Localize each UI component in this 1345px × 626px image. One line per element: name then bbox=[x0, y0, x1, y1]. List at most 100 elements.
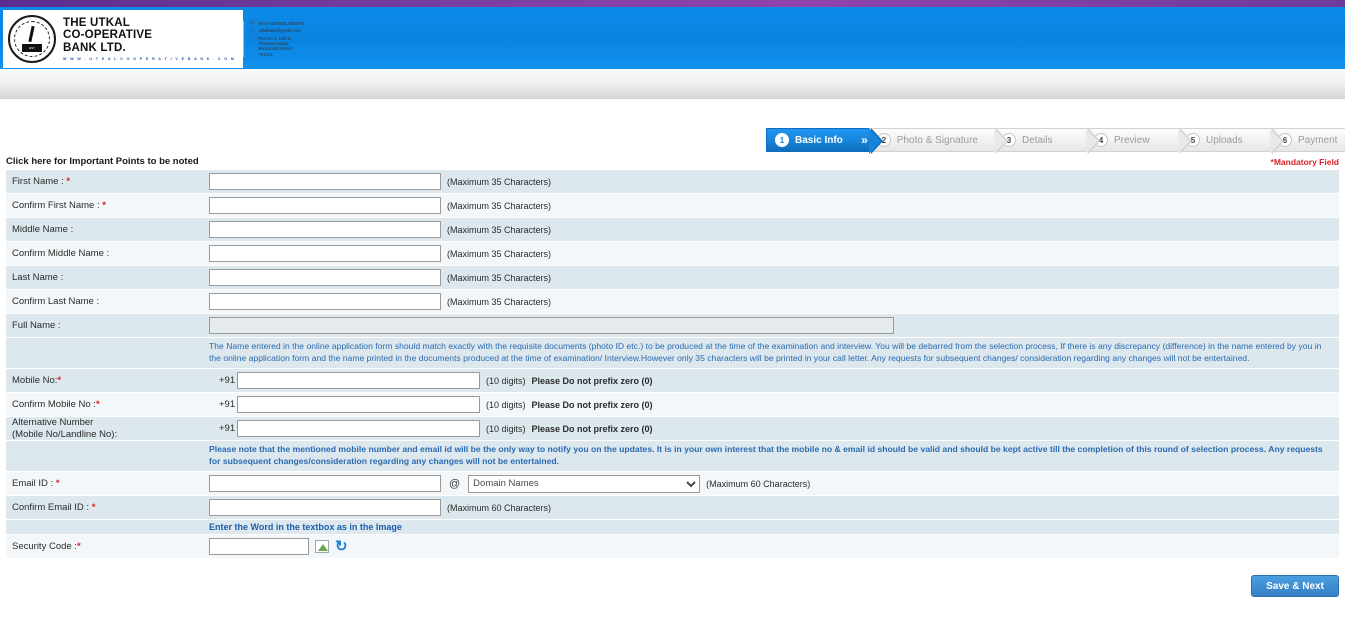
alt-country-code: +91 bbox=[219, 423, 236, 434]
confirm-mobile-no-input[interactable] bbox=[237, 396, 480, 413]
confirm-last-name-input[interactable] bbox=[209, 293, 441, 310]
email-id-label: Email ID : * bbox=[12, 477, 60, 489]
row-confirm-email-id: Confirm Email ID : * (Maximum 60 Charact… bbox=[6, 496, 1339, 520]
confirm-first-name-hint: (Maximum 35 Characters) bbox=[447, 200, 552, 211]
security-code-label: Security Code :* bbox=[12, 540, 81, 552]
wizard-step-label-5: Uploads bbox=[1205, 134, 1243, 146]
bank-seal-icon: EST bbox=[8, 15, 56, 63]
wizard-step-label-2: Photo & Signature bbox=[896, 134, 978, 146]
confirm-mobile-no-label: Confirm Mobile No :* bbox=[12, 398, 100, 410]
contact-phone-text: 0674-2390938,2390975 bbox=[258, 20, 304, 26]
contact-email: ✉ utkalbank@gmail.com bbox=[249, 27, 304, 34]
confirm-mobile-prefix-hint: Please Do not prefix zero (0) bbox=[531, 399, 653, 410]
mobile-country-code: +91 bbox=[219, 375, 236, 386]
bank-name-line-2: CO-OPERATIVE bbox=[63, 29, 153, 42]
row-confirm-first-name: Confirm First Name : * (Maximum 35 Chara… bbox=[6, 194, 1339, 218]
first-name-input[interactable] bbox=[209, 173, 441, 190]
bank-contact-block: ☎ 0674-2390938,2390975 ✉ utkalbank@gmail… bbox=[243, 19, 304, 58]
wizard-step-basic-info[interactable]: 1 Basic Info » bbox=[766, 128, 883, 154]
mobile-digits-hint: (10 digits) bbox=[486, 375, 526, 386]
email-hint: (Maximum 60 Characters) bbox=[706, 478, 811, 489]
wizard-steps: 1 Basic Info » 2 Photo & Signature 3 Det… bbox=[766, 128, 1345, 154]
phone-icon: ☎ bbox=[249, 19, 256, 26]
alternative-number-label-line2: (Mobile No/Landline No): bbox=[12, 428, 118, 440]
row-confirm-last-name: Confirm Last Name : (Maximum 35 Characte… bbox=[6, 290, 1339, 314]
bank-website: W W W . U T K A L C O O P E R A T I V E … bbox=[63, 57, 236, 62]
alt-digits-hint: (10 digits) bbox=[486, 423, 526, 434]
name-disclaimer-text: The Name entered in the online applicati… bbox=[209, 341, 1322, 363]
confirm-last-name-label: Confirm Last Name : bbox=[12, 295, 100, 307]
contact-address-text: Plot No-3, Unit-III, Kharavelanagar, BHU… bbox=[258, 35, 294, 57]
row-alternative-number: Alternative Number (Mobile No/Landline N… bbox=[6, 417, 1339, 441]
location-icon: ● bbox=[249, 34, 253, 41]
main-nav-bar bbox=[0, 69, 1345, 99]
required-asterisk: * bbox=[102, 199, 106, 211]
row-confirm-mobile-no: Confirm Mobile No :* +91 (10 digits) Ple… bbox=[6, 393, 1339, 417]
at-symbol-icon: @ bbox=[449, 477, 461, 490]
wizard-step-number-1: 1 bbox=[775, 133, 789, 147]
mail-icon: ✉ bbox=[249, 27, 254, 34]
row-confirm-middle-name: Confirm Middle Name : (Maximum 35 Charac… bbox=[6, 242, 1339, 266]
wizard-step-label-3: Details bbox=[1021, 134, 1053, 146]
important-points-link[interactable]: Click here for Important Points to be no… bbox=[6, 156, 199, 167]
full-name-input bbox=[209, 317, 894, 334]
row-security-code: Security Code :* ↻ bbox=[6, 535, 1339, 559]
last-name-input[interactable] bbox=[209, 269, 441, 286]
wizard-step-label-4: Preview bbox=[1113, 134, 1150, 146]
row-first-name: First Name : * (Maximum 35 Characters) bbox=[6, 170, 1339, 194]
first-name-label: First Name : * bbox=[12, 175, 71, 187]
name-disclaimer-row: The Name entered in the online applicati… bbox=[6, 338, 1339, 369]
confirm-last-name-hint: (Maximum 35 Characters) bbox=[447, 296, 552, 307]
row-middle-name: Middle Name : (Maximum 35 Characters) bbox=[6, 218, 1339, 242]
bank-name-line-3: BANK LTD. bbox=[63, 41, 126, 54]
row-last-name: Last Name : (Maximum 35 Characters) bbox=[6, 266, 1339, 290]
domain-names-select[interactable]: Domain Names bbox=[468, 474, 701, 493]
alt-prefix-hint: Please Do not prefix zero (0) bbox=[531, 423, 653, 434]
mobile-no-input[interactable] bbox=[237, 372, 480, 389]
bank-logo-card: EST THE UTKAL CO-OPERATIVE BANK LTD. W W… bbox=[3, 10, 304, 68]
confirm-first-name-label: Confirm First Name : * bbox=[12, 199, 106, 211]
wizard-step-photo-signature[interactable]: 2 Photo & Signature bbox=[868, 128, 1009, 154]
confirm-middle-name-label: Confirm Middle Name : bbox=[12, 247, 110, 259]
save-and-next-button[interactable]: Save & Next bbox=[1251, 575, 1339, 597]
confirm-middle-name-input[interactable] bbox=[209, 245, 441, 262]
captcha-image-icon bbox=[315, 540, 329, 553]
email-id-input[interactable] bbox=[209, 475, 441, 492]
last-name-label: Last Name : bbox=[12, 271, 64, 283]
security-code-input[interactable] bbox=[209, 538, 309, 555]
top-accent-bar bbox=[0, 0, 1345, 7]
row-full-name: Full Name : bbox=[6, 314, 1339, 338]
middle-name-input[interactable] bbox=[209, 221, 441, 238]
contact-email-text: utkalbank@gmail.com bbox=[258, 28, 301, 34]
middle-name-label: Middle Name : bbox=[12, 223, 74, 235]
mobile-no-label: Mobile No:* bbox=[12, 374, 62, 386]
confirm-email-id-input[interactable] bbox=[209, 499, 441, 516]
required-asterisk: * bbox=[55, 477, 60, 489]
required-asterisk: * bbox=[57, 374, 62, 386]
alternative-number-input[interactable] bbox=[237, 420, 480, 437]
basic-info-form: First Name : * (Maximum 35 Characters) C… bbox=[6, 170, 1339, 559]
required-asterisk: * bbox=[91, 501, 96, 513]
bank-name-line-1: THE UTKAL bbox=[63, 16, 130, 29]
refresh-captcha-icon[interactable]: ↻ bbox=[335, 539, 348, 554]
required-asterisk: * bbox=[95, 398, 100, 410]
contact-address: ● Plot No-3, Unit-III, Kharavelanagar, B… bbox=[249, 34, 304, 58]
bank-name-block: THE UTKAL CO-OPERATIVE BANK LTD. W W W .… bbox=[63, 17, 235, 62]
row-email-id: Email ID : * @ Domain Names (Maximum 60 … bbox=[6, 472, 1339, 496]
confirm-email-hint: (Maximum 60 Characters) bbox=[447, 502, 552, 513]
mandatory-field-note: *Mandatory Field bbox=[1270, 157, 1339, 167]
mobile-prefix-hint: Please Do not prefix zero (0) bbox=[531, 375, 653, 386]
captcha-instruction: Enter the Word in the textbox as in the … bbox=[6, 520, 1339, 535]
mobile-email-disclaimer-row: Please note that the mentioned mobile nu… bbox=[6, 441, 1339, 472]
alternative-number-label-line1: Alternative Number bbox=[12, 417, 94, 428]
mobile-email-disclaimer-text: Please note that the mentioned mobile nu… bbox=[209, 444, 1323, 466]
confirm-mobile-digits-hint: (10 digits) bbox=[486, 399, 526, 410]
contact-phone: ☎ 0674-2390938,2390975 bbox=[249, 19, 304, 26]
confirm-mobile-country-code: +91 bbox=[219, 399, 236, 410]
first-name-hint: (Maximum 35 Characters) bbox=[447, 176, 552, 187]
wizard-step-label-6: Payment bbox=[1297, 134, 1338, 146]
confirm-first-name-input[interactable] bbox=[209, 197, 441, 214]
full-name-label: Full Name : bbox=[12, 319, 61, 331]
middle-name-hint: (Maximum 35 Characters) bbox=[447, 224, 552, 235]
row-mobile-no: Mobile No:* +91 (10 digits) Please Do no… bbox=[6, 369, 1339, 393]
